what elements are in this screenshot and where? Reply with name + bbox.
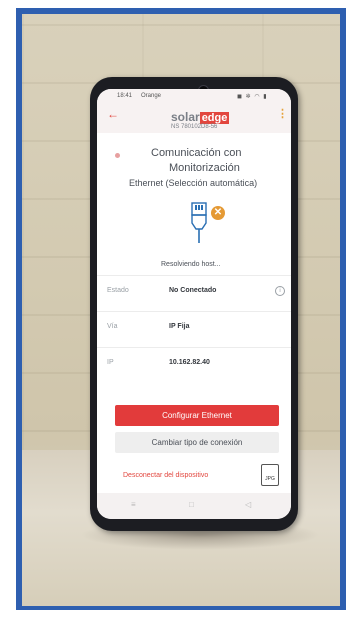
detail-value: 10.162.82.40: [169, 359, 210, 366]
page-title-line2: Monitorización: [169, 162, 240, 174]
detail-value: IP Fija: [169, 323, 190, 330]
status-icons: ◼ ✲ ◠ ▮: [237, 94, 268, 100]
ethernet-cable-icon: [191, 202, 207, 243]
back-arrow-icon[interactable]: ←: [107, 107, 119, 121]
nav-menu-icon[interactable]: ≡: [131, 500, 136, 509]
nav-home-icon[interactable]: □: [189, 500, 194, 509]
jpg-file-icon[interactable]: JPG: [261, 464, 279, 486]
status-bar: 18:41 Orange ◼ ✲ ◠ ▮: [97, 89, 291, 103]
status-carrier: Orange: [141, 93, 162, 99]
disconnect-device-link[interactable]: Desconectar del dispositivo: [123, 472, 208, 479]
phone-screen: 18:41 Orange ◼ ✲ ◠ ▮ ← solar edge NS 7801…: [97, 89, 291, 519]
detail-value: No Conectado: [169, 287, 217, 294]
status-dot: [115, 153, 120, 158]
resolving-status: Resolviendo host...: [161, 261, 221, 268]
detail-row-estado: Estado No Conectado i: [97, 275, 291, 306]
page-title-line1: Comunicación con: [151, 147, 242, 159]
configure-ethernet-button[interactable]: Configurar Ethernet: [115, 405, 279, 426]
detail-label: Estado: [107, 287, 129, 294]
logo-edge: edge: [199, 112, 230, 124]
detail-row-via: Vía IP Fija: [97, 311, 291, 342]
change-connection-type-button[interactable]: Cambiar tipo de conexión: [115, 432, 279, 453]
nav-back-icon[interactable]: ◁: [245, 500, 251, 509]
status-time: 18:41: [117, 93, 133, 99]
device-serial: NS 780102D8-56: [171, 124, 218, 130]
app-header: ← solar edge NS 780102D8-56 ⋮: [97, 103, 291, 133]
solaredge-logo: solar edge: [171, 110, 230, 124]
info-icon[interactable]: i: [275, 286, 285, 296]
error-badge-icon: ✕: [211, 206, 225, 220]
logo-solar: solar: [171, 110, 200, 124]
detail-row-ip: IP 10.162.82.40: [97, 347, 291, 378]
android-nav-bar: ≡ □ ◁: [97, 493, 291, 519]
detail-label: Vía: [107, 323, 118, 330]
detail-label: IP: [107, 359, 114, 366]
menu-icon[interactable]: ⋮: [277, 107, 288, 120]
page-subtitle: Ethernet (Selección automática): [129, 178, 258, 188]
